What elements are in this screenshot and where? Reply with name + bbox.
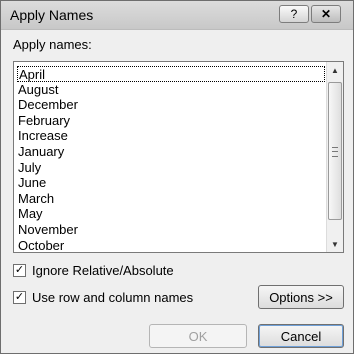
list-item[interactable]: July — [18, 160, 41, 176]
list-item[interactable]: May — [18, 206, 43, 222]
list-item[interactable]: October — [18, 238, 64, 252]
grip-icon — [332, 147, 338, 157]
list-item[interactable]: April — [17, 66, 325, 82]
scroll-down-icon[interactable]: ▼ — [327, 236, 343, 252]
ok-button[interactable]: OK — [149, 324, 247, 348]
list-item[interactable]: Increase — [18, 128, 68, 144]
ignore-relative-checkbox[interactable]: ✓ — [13, 264, 26, 277]
use-row-col-checkbox[interactable]: ✓ — [13, 291, 26, 304]
close-button[interactable]: ✕ — [311, 5, 341, 23]
use-row-col-label: Use row and column names — [32, 290, 194, 305]
vertical-scrollbar[interactable]: ▲ ▼ — [326, 62, 343, 252]
scroll-thumb[interactable] — [328, 82, 342, 220]
list-item[interactable]: December — [18, 97, 78, 113]
list-item[interactable]: January — [18, 144, 64, 160]
cancel-button[interactable]: Cancel — [258, 324, 344, 348]
list-item[interactable]: February — [18, 113, 70, 129]
help-button[interactable]: ? — [279, 5, 309, 23]
list-item[interactable]: November — [18, 222, 78, 238]
use-row-col-option[interactable]: ✓ Use row and column names — [13, 290, 193, 305]
close-icon: ✕ — [320, 7, 332, 21]
title-bar: Apply Names ? ✕ — [1, 1, 353, 30]
dialog-title: Apply Names — [10, 7, 94, 23]
list-item[interactable]: June — [18, 175, 46, 191]
apply-names-label: Apply names: — [13, 37, 92, 52]
ignore-relative-label: Ignore Relative/Absolute — [32, 263, 174, 278]
ignore-relative-option[interactable]: ✓ Ignore Relative/Absolute — [13, 263, 174, 278]
scroll-up-icon[interactable]: ▲ — [327, 62, 343, 78]
list-item[interactable]: August — [18, 82, 58, 98]
names-listbox[interactable]: ▲ ▼ April August December February Increase J… — [13, 61, 344, 253]
options-button[interactable]: Options >> — [258, 285, 344, 309]
apply-names-dialog: Apply Names ? ✕ Apply names: ▲ ▼ April Au… — [0, 0, 354, 354]
list-item[interactable]: March — [18, 191, 54, 207]
